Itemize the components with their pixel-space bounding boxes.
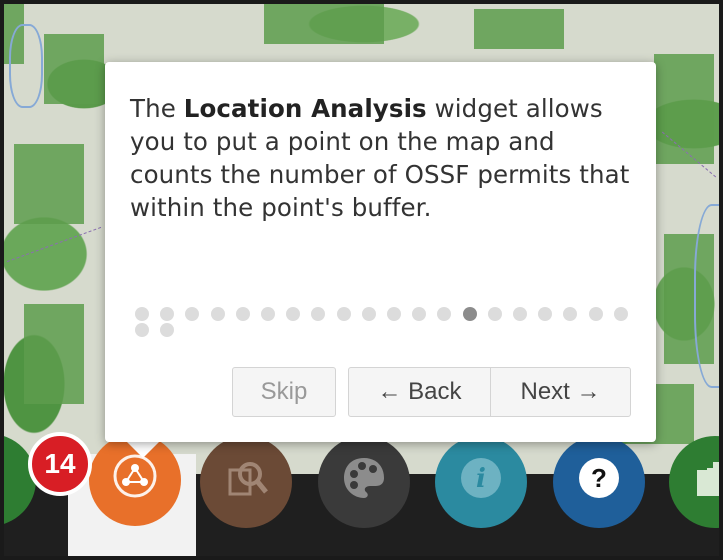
app-frame: i ? 14 The Location Analysis widget allo… [0, 0, 723, 560]
step-dot[interactable] [387, 307, 401, 321]
back-button[interactable]: ← Back [348, 367, 491, 417]
basemap-gallery-button[interactable] [318, 436, 410, 528]
step-dot[interactable] [538, 307, 553, 321]
step-dot[interactable] [588, 307, 603, 321]
tour-text-before: The [130, 94, 184, 123]
step-dot[interactable] [135, 323, 149, 337]
step-dot[interactable] [286, 307, 301, 321]
step-number-badge: 14 [28, 432, 92, 496]
step-dot[interactable] [336, 307, 351, 321]
magnifier-doc-icon [200, 436, 292, 520]
step-dot[interactable] [160, 323, 175, 337]
tour-popup: The Location Analysis widget allows you … [105, 62, 656, 442]
add-data-icon [669, 436, 719, 520]
widget-name: Location Analysis [183, 94, 427, 123]
svg-text:i: i [476, 464, 486, 494]
step-dot[interactable] [462, 307, 477, 321]
step-dot[interactable] [210, 307, 225, 321]
step-dot[interactable] [261, 307, 275, 321]
info-icon: i [435, 436, 527, 520]
step-dot[interactable] [437, 307, 452, 321]
svg-text:?: ? [591, 463, 607, 493]
skip-button[interactable]: Skip [232, 367, 336, 417]
step-dot[interactable] [513, 307, 527, 321]
partial-widget-button[interactable] [4, 434, 36, 526]
step-dot[interactable] [235, 307, 250, 321]
palette-icon [318, 436, 410, 520]
step-dot[interactable] [613, 307, 628, 321]
help-button[interactable]: ? [553, 436, 645, 528]
step-dot[interactable] [361, 307, 376, 321]
step-dot[interactable] [487, 307, 502, 321]
info-button[interactable]: i [435, 436, 527, 528]
tour-description: The Location Analysis widget allows you … [130, 92, 635, 224]
step-dot[interactable] [135, 307, 149, 321]
step-dot[interactable] [185, 307, 200, 321]
question-icon: ? [553, 436, 645, 520]
step-dot[interactable] [160, 307, 175, 321]
next-button[interactable]: Next → [490, 367, 631, 417]
step-dot[interactable] [311, 307, 326, 321]
search-query-button[interactable] [200, 436, 292, 528]
step-dot[interactable] [412, 307, 427, 321]
add-data-button[interactable] [669, 436, 719, 528]
popup-pointer [125, 440, 161, 458]
step-dot[interactable] [563, 307, 578, 321]
